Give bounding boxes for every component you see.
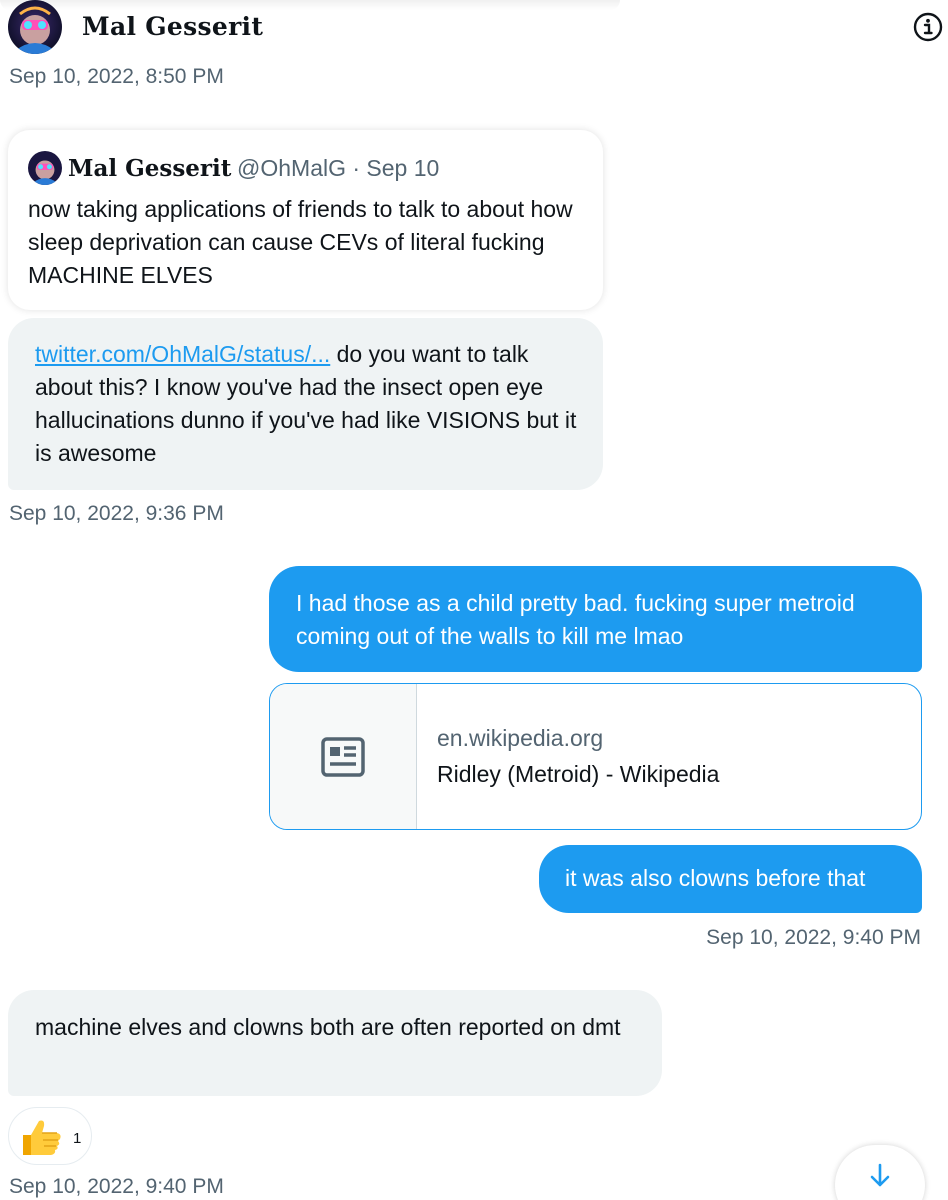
received-message: machine elves and clowns both are often … xyxy=(8,990,662,1096)
reaction-badge[interactable]: 1 xyxy=(8,1107,92,1165)
link-card-domain: en.wikipedia.org xyxy=(437,725,604,751)
arrow-down-icon xyxy=(870,1163,890,1187)
received-message: twitter.com/OhMalG/status/... do you wan… xyxy=(8,318,603,490)
conversation-title[interactable]: Mal Gesserit xyxy=(82,12,263,41)
message-timestamp: Sep 10, 2022, 8:50 PM xyxy=(9,65,224,88)
avatar[interactable] xyxy=(8,0,62,54)
header-shadow xyxy=(0,0,620,10)
reaction-count: 1 xyxy=(73,1130,82,1147)
message-timestamp: Sep 10, 2022, 9:40 PM xyxy=(706,926,921,949)
article-icon xyxy=(321,737,365,777)
link-card-media xyxy=(270,684,417,829)
tweet-link[interactable]: twitter.com/OhMalG/status/... xyxy=(35,341,330,367)
quoted-tweet-author: Mal Gesserit xyxy=(68,155,232,182)
quoted-tweet-avatar xyxy=(28,151,62,185)
message-timestamp: Sep 10, 2022, 9:40 PM xyxy=(9,1175,224,1198)
info-icon[interactable] xyxy=(912,11,944,43)
scroll-to-bottom-button[interactable] xyxy=(835,1145,925,1200)
thumbs-up-icon xyxy=(23,1120,61,1155)
message-timestamp: Sep 10, 2022, 9:36 PM xyxy=(9,502,224,525)
quoted-tweet-text: now taking applications of friends to ta… xyxy=(28,196,573,288)
sent-message: it was also clowns before that xyxy=(539,845,922,913)
sent-message: I had those as a child pretty bad. fucki… xyxy=(269,566,922,672)
quoted-tweet-handle-date: @OhMalG · Sep 10 xyxy=(237,155,440,181)
link-preview-card[interactable]: en.wikipedia.org Ridley (Metroid) - Wiki… xyxy=(269,683,922,830)
link-card-title: Ridley (Metroid) - Wikipedia xyxy=(437,761,720,787)
